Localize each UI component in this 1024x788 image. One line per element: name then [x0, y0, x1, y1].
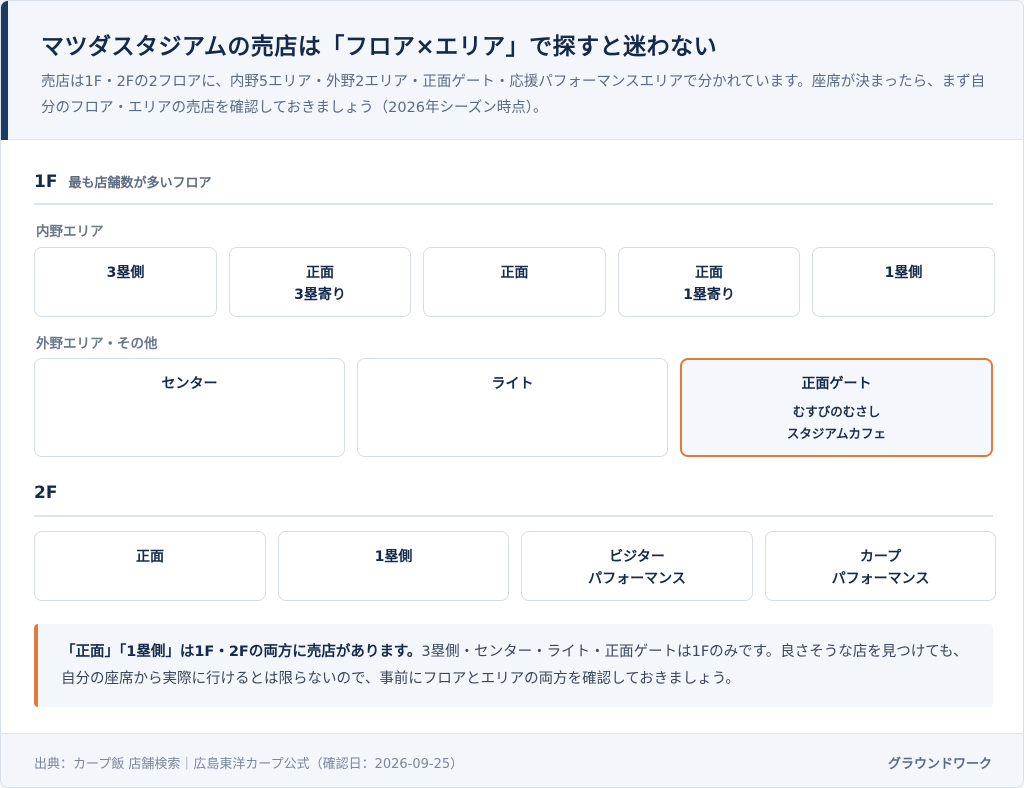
tile-sublabel: パフォーマンス — [588, 571, 686, 587]
tile-2f-front[interactable]: 正面 — [34, 531, 266, 601]
tile-label: 正面 — [306, 265, 334, 281]
header-accent-bar — [1, 1, 8, 140]
footer: 出典：カープ飯 店舗検索｜広島東洋カープ公式（確認日：2026-09-25） グ… — [1, 733, 1023, 787]
brand-name: グラウンドワーク — [887, 757, 992, 772]
tile-1f-front-gate[interactable]: 正面ゲート むすびのむさし スタジアムカフェ — [680, 358, 993, 457]
note-accent-bar — [34, 624, 38, 707]
floor-2f-header: 2F — [34, 483, 57, 507]
tile-sublabel: パフォーマンス — [831, 571, 930, 587]
tile-1f-3b-side[interactable]: 3塁側 — [34, 247, 217, 317]
infield-tiles: 3塁側 正面 3塁寄り 正面 正面 1塁寄り 1塁側 — [34, 247, 995, 317]
info-note: 「正面」「1塁側」は1F・2Fの両方に売店があります。3塁側・センター・ライト・… — [34, 624, 993, 707]
floor-1f-label: 1F — [34, 172, 58, 192]
tile-label: 3塁側 — [106, 265, 145, 281]
floor-2f-label: 2F — [34, 483, 58, 503]
tile-2f-carp-performance[interactable]: カープ パフォーマンス — [765, 531, 996, 601]
page-title: マツダスタジアムの売店は「フロア×エリア」で探すと迷わない — [41, 34, 718, 60]
tile-2f-1b-side[interactable]: 1塁側 — [278, 531, 509, 601]
floor-1f-divider — [34, 203, 993, 205]
tile-sublabel: 3塁寄り — [294, 287, 346, 303]
tile-1f-1b-side[interactable]: 1塁側 — [812, 247, 995, 317]
infield-area-label: 内野エリア — [36, 224, 104, 240]
tile-label: 正面 — [500, 265, 529, 281]
floor-1f-header: 1F 最も店舗数が多いフロア — [34, 172, 211, 196]
tile-label: 1塁側 — [374, 549, 413, 565]
tile-1f-center[interactable]: センター — [34, 358, 345, 457]
tile-1f-front[interactable]: 正面 — [423, 247, 606, 317]
outfield-tiles: センター ライト 正面ゲート むすびのむさし スタジアムカフェ — [34, 358, 993, 457]
tile-label: 正面 — [136, 549, 164, 565]
outfield-area-label: 外野エリア・その他 — [36, 336, 158, 352]
shop-musubi-no-musashi: むすびのむさし — [792, 404, 881, 419]
tile-sublabel: 1塁寄り — [683, 287, 735, 303]
header: マツダスタジアムの売店は「フロア×エリア」で探すと迷わない 売店は1F・2Fの2… — [1, 1, 1023, 140]
floor-2f-tiles: 正面 1塁側 ビジター パフォーマンス カープ パフォーマンス — [34, 531, 996, 601]
source-credit: 出典：カープ飯 店舗検索｜広島東洋カープ公式（確認日：2026-09-25） — [34, 757, 464, 772]
tile-label: ライト — [491, 376, 534, 392]
tile-2f-visitor-performance[interactable]: ビジター パフォーマンス — [521, 531, 753, 601]
infographic-card: マツダスタジアムの売店は「フロア×エリア」で探すと迷わない 売店は1F・2Fの2… — [0, 0, 1024, 788]
tile-label: ビジター — [609, 549, 665, 565]
tile-label: 正面 — [695, 265, 723, 281]
shop-stadium-cafe: スタジアムカフェ — [786, 426, 887, 441]
tile-1f-front-3b[interactable]: 正面 3塁寄り — [229, 247, 411, 317]
note-highlight: 「正面」「1塁側」は1F・2Fの両方に売店があります。 — [61, 644, 422, 660]
tile-1f-right[interactable]: ライト — [357, 358, 668, 457]
page-subtitle: 売店は1F・2Fの2フロアに、内野5エリア・外野2エリア・正面ゲート・応援パフォ… — [41, 74, 986, 116]
tile-label: 1塁側 — [884, 265, 923, 281]
floor-1f-description: 最も店舗数が多いフロア — [68, 176, 212, 191]
tile-label: カープ — [859, 549, 902, 565]
tile-label: 正面ゲート — [801, 376, 872, 392]
floor-2f-divider — [34, 515, 993, 517]
tile-1f-front-1b[interactable]: 正面 1塁寄り — [618, 247, 800, 317]
note-text: 「正面」「1塁側」は1F・2Fの両方に売店があります。3塁側・センター・ライト・… — [61, 639, 976, 693]
tile-label: センター — [161, 376, 218, 392]
